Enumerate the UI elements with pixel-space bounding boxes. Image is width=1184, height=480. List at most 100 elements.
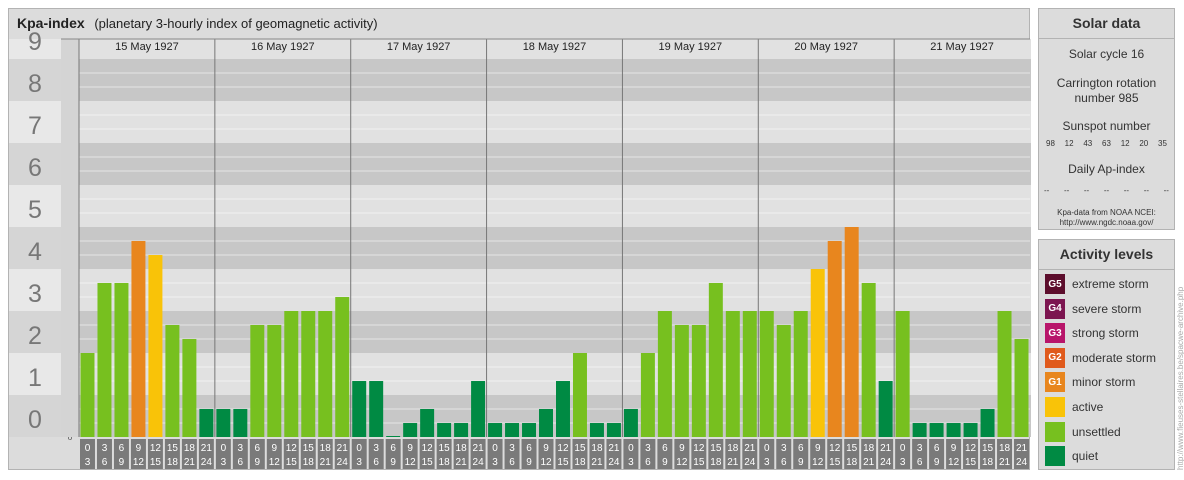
interval-start-label: 15: [439, 443, 451, 454]
ap-index-values: -- -- -- -- -- -- --: [1039, 186, 1174, 195]
kp-bar: [810, 269, 825, 437]
kp-bar: [589, 423, 604, 437]
subtick-column: [61, 39, 79, 437]
kp-band: [9, 143, 1031, 185]
interval-start-label: 6: [119, 443, 125, 454]
interval-end-label: 6: [645, 457, 651, 468]
kp-bar: [946, 423, 961, 437]
interval-start-label: 18: [591, 443, 603, 454]
interval-start-label: 21: [880, 443, 892, 454]
interval-end-label: 15: [693, 457, 705, 468]
day-label: 21 May 1927: [930, 41, 994, 53]
kp-bar: [878, 381, 893, 437]
interval-end-label: 6: [238, 457, 244, 468]
y-tick-label: 6: [28, 154, 42, 182]
ap-index-label: Daily Ap-index: [1068, 162, 1145, 176]
legend-swatch: G5: [1045, 274, 1065, 294]
legend-label: minor storm: [1072, 375, 1136, 390]
interval-end-label: 21: [456, 457, 468, 468]
interval-start-label: 9: [951, 443, 957, 454]
legend-label: unsettled: [1072, 424, 1121, 439]
sunspot-label: Sunspot number: [1062, 119, 1151, 133]
kp-bar: [488, 423, 503, 437]
sunspot-value: 12: [1120, 139, 1130, 148]
solar-data-heading: Solar data: [1039, 9, 1174, 39]
kp-bar: [454, 423, 469, 437]
kp-bar: [623, 408, 638, 437]
kp-bar: [742, 311, 757, 437]
kp-bar: [522, 423, 537, 437]
kp-bar: [674, 324, 689, 437]
source-watermark: http://www.fieuses-stellaires.be/spacwe-…: [1176, 286, 1184, 470]
kp-bar: [250, 324, 265, 437]
kp-bar: [420, 408, 435, 437]
y-tick-label: 7: [28, 112, 42, 140]
interval-end-label: 15: [150, 457, 162, 468]
legend-item: G1 minor storm: [1045, 372, 1136, 393]
interval-start-label: 15: [846, 443, 858, 454]
interval-start-label: 0: [221, 443, 227, 454]
day-label: 15 May 1927: [115, 41, 179, 53]
kp-bar: [216, 408, 231, 437]
y-tick-label: 9: [28, 28, 42, 56]
interval-start-label: 15: [710, 443, 722, 454]
interval-start-label: 12: [150, 443, 162, 454]
legend-swatch: G1: [1045, 372, 1065, 393]
legend-item: G5 extreme storm: [1045, 274, 1149, 294]
ap-value: --: [1063, 186, 1070, 195]
interval-end-label: 15: [422, 457, 434, 468]
y-tick-label: 0: [28, 406, 42, 434]
legend-swatch: [1045, 397, 1065, 417]
y-tick-label: 5: [28, 196, 42, 224]
kp-bar: [691, 324, 706, 437]
interval-start-label: 9: [543, 443, 549, 454]
interval-end-label: 12: [676, 457, 688, 468]
interval-start-label: 3: [917, 443, 923, 454]
sunspot-value: 63: [1102, 139, 1111, 148]
day-label: 16 May 1927: [251, 41, 315, 53]
interval-start-label: 0: [356, 443, 362, 454]
interval-end-label: 3: [85, 457, 91, 468]
interval-start-label: 12: [422, 443, 434, 454]
kp-bar: [403, 423, 418, 437]
interval-end-label: 9: [798, 457, 804, 468]
kp-bar: [97, 282, 112, 437]
y-tick-label: 1: [28, 364, 42, 392]
kp-bar: [505, 423, 520, 437]
kp-bar: [827, 240, 842, 437]
kp-bar: [844, 227, 859, 437]
interval-start-label: 3: [645, 443, 651, 454]
interval-end-label: 18: [167, 457, 179, 468]
interval-start-label: 6: [798, 443, 804, 454]
interval-end-label: 18: [846, 457, 858, 468]
day-label: 20 May 1927: [794, 41, 858, 53]
y-tick-label: 8: [28, 70, 42, 98]
interval-end-label: 9: [255, 457, 261, 468]
data-source-link[interactable]: http://www.ngdc.noaa.gov/: [1039, 218, 1174, 228]
interval-end-label: 24: [337, 457, 349, 468]
interval-end-label: 9: [526, 457, 532, 468]
interval-start-label: 6: [526, 443, 532, 454]
kp-bar: [165, 324, 180, 437]
activity-levels-heading: Activity levels: [1039, 240, 1174, 270]
interval-end-label: 6: [373, 457, 379, 468]
interval-start-label: 0: [492, 443, 498, 454]
kp-bar: [437, 423, 452, 437]
interval-end-label: 21: [999, 457, 1011, 468]
ap-value: --: [1163, 186, 1169, 195]
kp-band: [9, 101, 1031, 143]
interval-end-label: 15: [965, 457, 977, 468]
legend-label: extreme storm: [1072, 277, 1149, 291]
interval-end-label: 12: [133, 457, 145, 468]
interval-end-label: 6: [509, 457, 515, 468]
sunspot-value: 20: [1139, 139, 1149, 148]
interval-start-label: 0: [628, 443, 634, 454]
interval-start-label: 18: [320, 443, 332, 454]
kp-bar: [301, 311, 316, 437]
ap-value: --: [1123, 186, 1130, 195]
legend-label: active: [1072, 400, 1104, 414]
interval-end-label: 12: [405, 457, 417, 468]
day-label: 18 May 1927: [523, 41, 587, 53]
kp-bar: [318, 311, 333, 437]
y-tick-label: 2: [28, 322, 42, 350]
